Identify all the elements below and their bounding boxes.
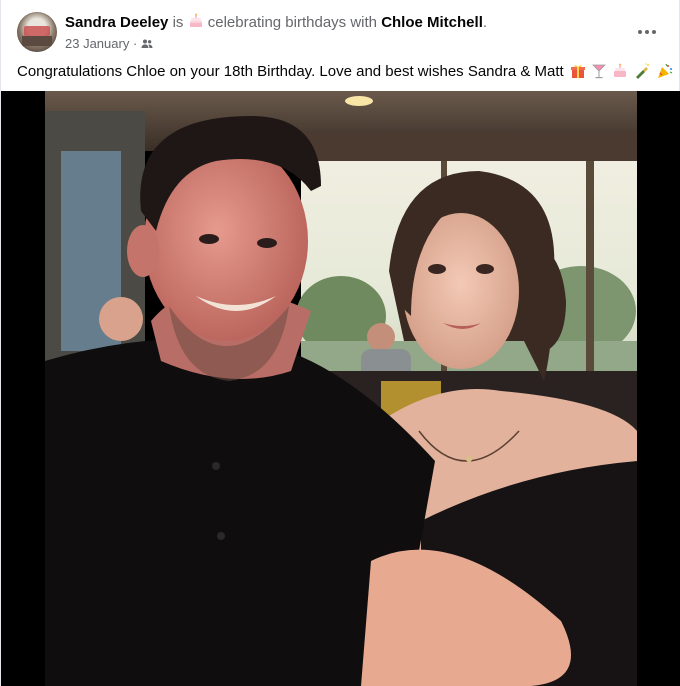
post-subline: 23 January · [65, 36, 623, 54]
man-eye [199, 234, 219, 244]
beam [301, 131, 637, 161]
man-ear [127, 225, 159, 277]
background-person [99, 297, 143, 341]
tagged-suffix: . [482, 14, 488, 31]
post-date[interactable]: 23 January [65, 36, 129, 51]
post-title-line: Sandra Deeley is celebrating birthdays w… [65, 13, 623, 34]
champagne-bottle-icon [634, 63, 650, 85]
post-photo[interactable] [1, 91, 680, 686]
tagged-person[interactable]: Chloe Mitchell [381, 14, 483, 31]
shirt-button [217, 532, 225, 540]
avatar-detail [22, 36, 52, 46]
more-options-button[interactable] [631, 16, 663, 48]
caption-text: Congratulations Chloe on your 18th Birth… [17, 63, 564, 80]
shirt-button [212, 462, 220, 470]
dot [638, 30, 642, 34]
birthday-cake-icon [612, 63, 628, 85]
gift-icon [570, 63, 586, 85]
dot [652, 30, 656, 34]
dot [645, 30, 649, 34]
post-header: Sandra Deeley is celebrating birthdays w… [17, 12, 663, 52]
woman-eye [476, 264, 494, 274]
feed-post: Sandra Deeley is celebrating birthdays w… [0, 0, 680, 686]
man-eye [257, 238, 277, 248]
date-separator: · [132, 36, 138, 51]
activity-prefix: is [172, 14, 184, 31]
post-caption: Congratulations Chloe on your 18th Birth… [17, 62, 672, 85]
avatar-detail [24, 26, 50, 36]
woman-eye [428, 264, 446, 274]
ceiling-light [345, 96, 373, 106]
friends-icon[interactable] [141, 38, 153, 54]
cocktail-glass-icon [592, 63, 607, 85]
necklace-pendant [466, 456, 472, 462]
background-person [367, 323, 395, 351]
birthday-cake-icon [188, 13, 204, 34]
activity-text: celebrating birthdays with [207, 14, 378, 31]
party-popper-icon [657, 63, 673, 85]
window-frame [586, 161, 594, 381]
letterbox-right [637, 91, 680, 686]
letterbox-left [1, 91, 45, 686]
post-meta: Sandra Deeley is celebrating birthdays w… [65, 13, 623, 54]
author-name[interactable]: Sandra Deeley [65, 14, 168, 31]
author-avatar[interactable] [17, 12, 57, 52]
photo-illustration [1, 91, 680, 686]
